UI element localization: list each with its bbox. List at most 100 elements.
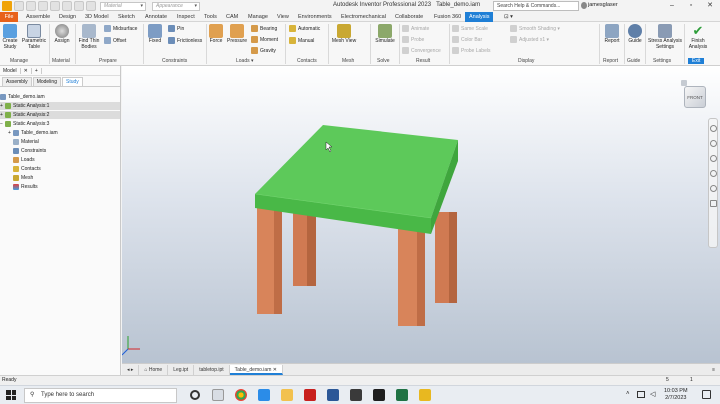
user-name[interactable]: jamesglaser [588,2,618,8]
word-icon[interactable] [327,389,339,401]
tab-collaborate[interactable]: Collaborate [391,12,427,22]
tab-overflow-icon[interactable]: ⊡ ▾ [500,12,517,22]
stress-analysis-settings-button[interactable]: Stress Analysis Settings [646,24,684,50]
minimize-icon[interactable]: – [664,0,680,12]
table-leg-front-left[interactable] [257,205,282,314]
finish-analysis-button[interactable]: ✔ Finish Analysis [686,24,710,50]
same-scale-button[interactable]: Same Scale [452,25,488,32]
tab-assemble[interactable]: Assemble [22,12,54,22]
convergence-button[interactable]: Convergence [402,47,441,54]
automatic-contacts-button[interactable]: Automatic [289,25,320,32]
report-button[interactable]: Report [602,24,622,45]
tree-item-constraints[interactable]: Constraints [0,147,120,155]
frictionless-constraint-button[interactable]: Frictionless [168,37,202,44]
open-file-icon[interactable] [26,1,36,11]
bearing-load-button[interactable]: Bearing [251,25,277,32]
look-at-icon[interactable] [709,185,717,192]
task-manager-icon[interactable] [212,389,224,401]
system-tray-arrow-icon[interactable]: ˄ [626,391,630,397]
close-tab-icon[interactable]: ✕ [273,367,277,373]
close-panel-icon[interactable]: ✕ [21,67,32,74]
animate-button[interactable]: Animate [402,25,429,32]
assign-material-button[interactable]: Assign [52,24,72,45]
find-thin-bodies-button[interactable]: Find Thin Bodies [77,24,101,50]
sticky-app-icon[interactable] [419,389,431,401]
doc-tab-home[interactable]: ⌂ Home [139,364,169,375]
viewcube-icon[interactable]: FRONT [684,86,706,108]
probe-labels-button[interactable]: Probe Labels [452,47,490,54]
create-study-button[interactable]: Create Study [1,24,19,50]
close-icon[interactable]: ✕ [702,0,718,12]
browser-tab-model[interactable]: Model [0,67,21,74]
table-leg-back-right[interactable] [435,212,457,303]
midsurface-button[interactable]: Midsurface [104,25,137,32]
group-label-loads[interactable]: Loads ▾ [236,58,254,64]
tab-menu-icon[interactable]: ≡ [707,365,720,375]
view-face-icon[interactable] [709,200,717,207]
subtab-assembly[interactable]: Assembly [2,77,32,86]
pan-icon[interactable] [709,140,717,147]
tree-item-static-analysis-3[interactable]: − Static Analysis:3 [0,120,120,128]
tree-item-study-assembly[interactable]: + Table_demo.iam [0,129,120,137]
file-explorer-icon[interactable] [281,389,293,401]
redo-icon[interactable] [62,1,72,11]
manual-contacts-button[interactable]: Manual [289,37,314,44]
add-browser-tab-button[interactable]: + [32,67,42,74]
save-icon[interactable] [38,1,48,11]
maximize-icon[interactable]: ▫ [683,0,699,12]
tab-design[interactable]: Design [55,12,80,22]
new-file-icon[interactable] [14,1,24,11]
taskbar-clock[interactable]: 10:03 PM 2/7/2023 [664,388,688,402]
table-leg-front-right[interactable] [398,218,425,326]
material-combo[interactable]: Material ▾ [100,1,146,11]
gravity-load-button[interactable]: Gravity [251,47,276,54]
color-bar-button[interactable]: Color Bar [452,36,482,43]
windows-start-icon[interactable] [6,390,16,400]
graphics-viewport[interactable]: FRONT [122,66,720,363]
acrobat-icon[interactable] [304,389,316,401]
parametric-table-button[interactable]: Parametric Table [20,24,48,50]
undo-icon[interactable] [50,1,60,11]
displacement-scale-dropdown[interactable]: Adjusted x1 ▾ [510,36,549,43]
subtab-modeling[interactable]: Modeling [32,77,61,86]
tab-sketch[interactable]: Sketch [114,12,139,22]
tab-scroll-icon[interactable]: ◂ ▸ [122,364,140,375]
smooth-shading-dropdown[interactable]: Smooth Shading ▾ [510,25,560,32]
help-search-input[interactable]: Search Help & Commands... [493,1,579,11]
tab-view[interactable]: View [273,12,293,22]
probe-button[interactable]: Probe [402,36,424,43]
task-view-icon[interactable] [190,390,200,400]
tab-manage[interactable]: Manage [244,12,272,22]
select-icon[interactable] [86,1,96,11]
doc-tab-tabletop[interactable]: tabletop.ipt [194,364,230,375]
force-load-button[interactable]: Force [208,24,224,45]
tree-item-assembly-root[interactable]: Table_demo.iam [0,93,120,101]
guide-button[interactable]: Guide [626,24,644,45]
table-leg-back-left[interactable] [293,210,316,286]
tree-item-mesh[interactable]: Mesh [0,174,120,182]
chrome-icon[interactable] [235,389,247,401]
table-model-svg[interactable] [122,66,720,363]
tabletop[interactable] [254,125,458,234]
notifications-icon[interactable] [702,390,711,399]
tree-item-contacts[interactable]: Contacts [0,165,120,173]
tree-item-results[interactable]: Results [0,183,120,191]
home-icon[interactable] [74,1,84,11]
tab-analysis[interactable]: Analysis [465,12,494,22]
tree-item-material[interactable]: Material [0,138,120,146]
tree-item-loads[interactable]: Loads [0,156,120,164]
volume-icon[interactable]: ◁ [650,390,655,398]
tree-item-static-analysis-2[interactable]: + Static Analysis:2 [0,111,120,119]
tab-tools[interactable]: Tools [200,12,221,22]
moment-load-button[interactable]: Moment [251,36,278,43]
network-icon[interactable] [637,391,645,398]
simulate-button[interactable]: Simulate [372,24,398,45]
excel-icon[interactable] [396,389,408,401]
home-view-icon[interactable] [681,80,687,86]
tab-3d-model[interactable]: 3D Model [81,12,113,22]
orbit-icon[interactable] [709,170,717,177]
media-app-icon[interactable] [350,389,362,401]
tab-cam[interactable]: CAM [222,12,242,22]
pressure-load-button[interactable]: Pressure [226,24,248,45]
mail-icon[interactable] [258,389,270,401]
